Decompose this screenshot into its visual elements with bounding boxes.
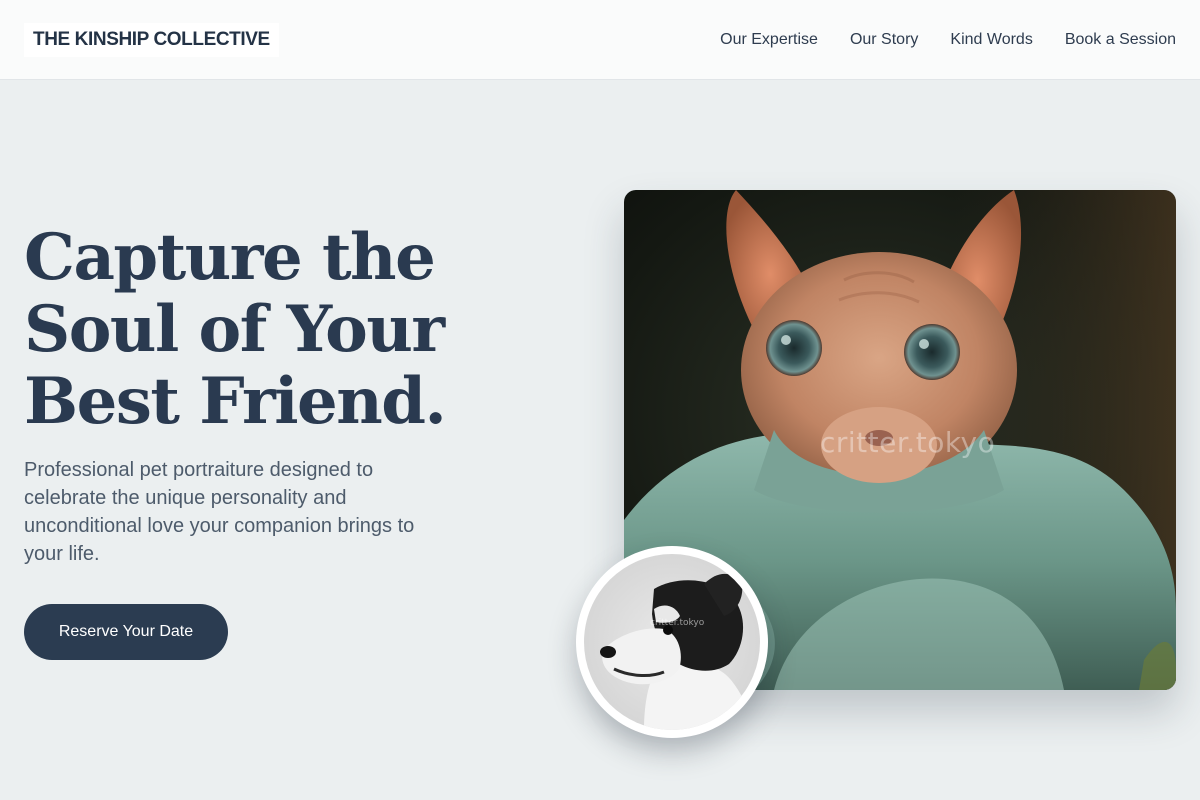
avatar-watermark: critter.tokyo [650,618,705,628]
reserve-date-button[interactable]: Reserve Your Date [24,604,228,660]
hero-title-line-3: Best Friend. [24,364,447,439]
nav-link-our-story[interactable]: Our Story [850,31,918,49]
hero-title-line-1: Capture the [24,220,436,295]
dog-portrait-avatar: critter.tokyo [576,546,768,738]
nav-link-our-expertise[interactable]: Our Expertise [720,31,818,49]
site-header: THE KINSHIP COLLECTIVE Our Expertise Our… [0,0,1200,80]
nav-link-kind-words[interactable]: Kind Words [950,31,1032,49]
main-nav: Our Expertise Our Story Kind Words Book … [720,31,1176,49]
brand-logo[interactable]: THE KINSHIP COLLECTIVE [24,22,279,57]
nav-link-book-a-session[interactable]: Book a Session [1065,31,1176,49]
hero-subtitle: Professional pet portraiture designed to… [24,459,415,565]
hero-title: Capture the Soul of Your Best Friend. [24,222,484,438]
hero-title-line-2: Soul of Your [24,292,445,367]
hero-copy: Capture the Soul of Your Best Friend. Pr… [24,222,484,568]
main-photo-watermark: critter.tokyo [820,426,996,459]
